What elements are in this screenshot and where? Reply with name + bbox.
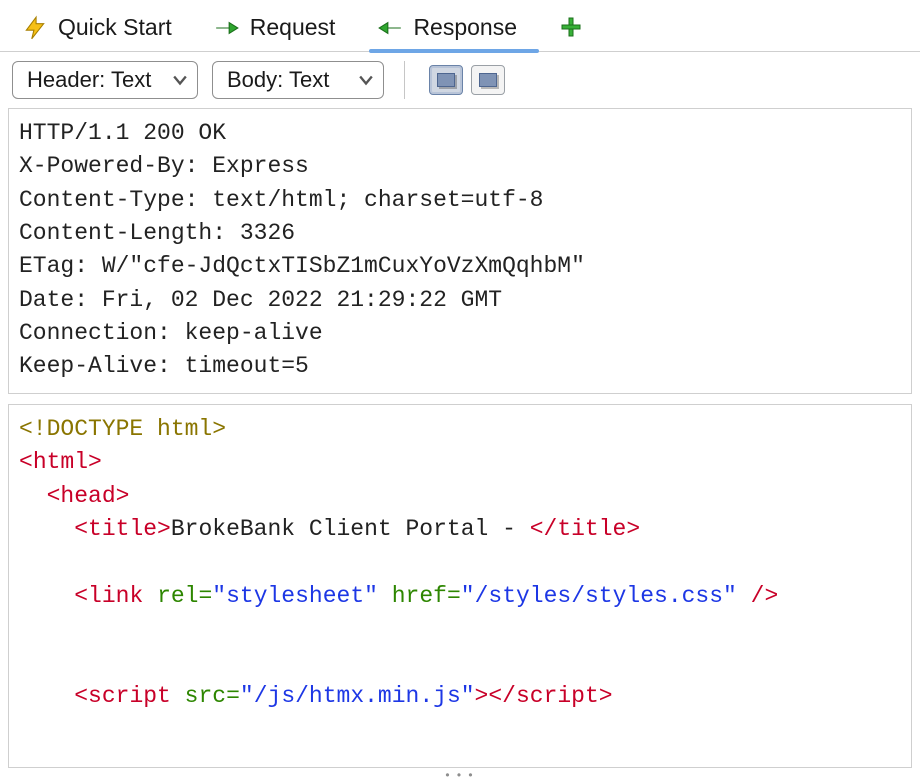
tab-response[interactable]: Response bbox=[363, 4, 545, 51]
tag-open: < bbox=[47, 483, 61, 509]
tab-request[interactable]: Request bbox=[200, 4, 364, 51]
tab-quick-start[interactable]: Quick Start bbox=[8, 4, 200, 51]
arrow-right-icon bbox=[214, 15, 240, 41]
toolbar: Header: Text Body: Text bbox=[0, 52, 920, 108]
status-line: HTTP/1.1 200 OK bbox=[19, 120, 226, 146]
tag-open: < bbox=[74, 583, 88, 609]
tag-name: script bbox=[516, 683, 599, 709]
add-tab-button[interactable] bbox=[545, 5, 599, 51]
doctype: <!DOCTYPE html> bbox=[19, 416, 226, 442]
tag-close: > bbox=[626, 516, 640, 542]
response-panes: HTTP/1.1 200 OK X-Powered-By: Express Co… bbox=[0, 108, 920, 782]
header-format-dropdown[interactable]: Header: Text bbox=[12, 61, 198, 99]
tab-label: Request bbox=[250, 14, 336, 41]
tag-close: > bbox=[88, 449, 102, 475]
tag-close: > bbox=[157, 516, 171, 542]
body-pane[interactable]: <!DOCTYPE html> <html> <head> <title>Bro… bbox=[8, 404, 912, 768]
header-line: Keep-Alive: timeout=5 bbox=[19, 353, 309, 379]
header-line: Date: Fri, 02 Dec 2022 21:29:22 GMT bbox=[19, 287, 502, 313]
title-text: BrokeBank Client Portal - bbox=[171, 516, 530, 542]
attr-name: src bbox=[185, 683, 226, 709]
tag-close: > bbox=[475, 683, 489, 709]
attr-value: "/js/htmx.min.js" bbox=[240, 683, 475, 709]
tag-name: link bbox=[88, 583, 143, 609]
chevron-down-icon bbox=[359, 73, 373, 87]
tag-close: > bbox=[116, 483, 130, 509]
tag-name: title bbox=[557, 516, 626, 542]
header-line: Content-Length: 3326 bbox=[19, 220, 295, 246]
plus-icon bbox=[559, 15, 585, 41]
chevron-down-icon bbox=[173, 73, 187, 87]
layout-single-pane-button[interactable] bbox=[429, 65, 463, 95]
tag-close: > bbox=[599, 683, 613, 709]
tag-open: </ bbox=[488, 683, 516, 709]
dropdown-label: Header: Text bbox=[27, 67, 151, 93]
tag-name: title bbox=[88, 516, 157, 542]
lightning-icon bbox=[22, 15, 48, 41]
tag-open: < bbox=[74, 683, 88, 709]
pane-icon bbox=[479, 73, 497, 87]
header-line: Content-Type: text/html; charset=utf-8 bbox=[19, 187, 544, 213]
tag-name: html bbox=[33, 449, 88, 475]
tab-label: Quick Start bbox=[58, 14, 172, 41]
tab-label: Response bbox=[413, 14, 517, 41]
tab-bar: Quick Start Request Response bbox=[0, 0, 920, 52]
dropdown-label: Body: Text bbox=[227, 67, 329, 93]
pane-icon bbox=[437, 73, 455, 87]
header-line: X-Powered-By: Express bbox=[19, 153, 309, 179]
tag-name: script bbox=[88, 683, 171, 709]
eq: = bbox=[226, 683, 240, 709]
header-line: Connection: keep-alive bbox=[19, 320, 323, 346]
tag-open: < bbox=[74, 516, 88, 542]
attr-name: rel bbox=[157, 583, 198, 609]
tag-open: < bbox=[19, 449, 33, 475]
attr-value: "stylesheet" bbox=[212, 583, 378, 609]
layout-toggle-group bbox=[425, 61, 509, 99]
resize-handle[interactable]: • • • bbox=[0, 768, 920, 782]
body-format-dropdown[interactable]: Body: Text bbox=[212, 61, 384, 99]
tag-open: </ bbox=[530, 516, 558, 542]
tag-name: head bbox=[60, 483, 115, 509]
headers-pane[interactable]: HTTP/1.1 200 OK X-Powered-By: Express Co… bbox=[8, 108, 912, 394]
arrow-left-icon bbox=[377, 15, 403, 41]
eq: = bbox=[198, 583, 212, 609]
eq: = bbox=[447, 583, 461, 609]
self-close: /> bbox=[751, 583, 779, 609]
layout-split-pane-button[interactable] bbox=[471, 65, 505, 95]
separator bbox=[404, 61, 405, 99]
header-line: ETag: W/"cfe-JdQctxTISbZ1mCuxYoVzXmQqhbM… bbox=[19, 253, 585, 279]
attr-value: "/styles/styles.css" bbox=[461, 583, 737, 609]
attr-name: href bbox=[392, 583, 447, 609]
